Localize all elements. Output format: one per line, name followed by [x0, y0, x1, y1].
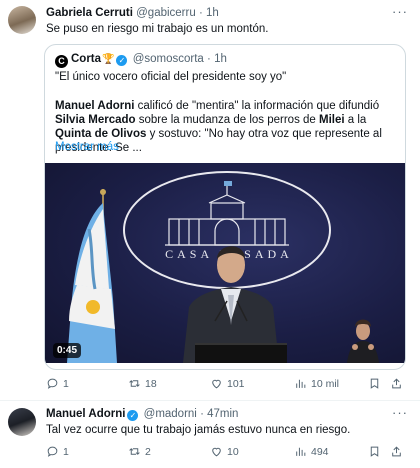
mention-olivos: Quinta de Olivos — [55, 128, 147, 140]
share-icon — [392, 446, 401, 457]
share-icon — [392, 378, 401, 389]
reply-icon — [47, 378, 58, 389]
argentina-flag — [67, 189, 117, 363]
tweet-header: Gabriela Cerruti @gabicerru · 1h — [46, 6, 219, 20]
separator: · — [200, 408, 204, 420]
like-icon — [212, 379, 221, 389]
tweet-gabriela[interactable]: Gabriela Cerruti @gabicerru · 1h ··· Se … — [0, 0, 420, 400]
like-button[interactable]: 10 — [210, 445, 239, 458]
author-handle[interactable]: @madorni — [144, 408, 197, 420]
timestamp[interactable]: 47min — [207, 408, 238, 420]
quote-handle[interactable]: @somoscorta — [133, 53, 204, 65]
retweet-button[interactable]: 2 — [128, 445, 151, 458]
quote-body-part: calificó de "mentira" la información que… — [134, 100, 380, 112]
quote-body-part: sobre la mudanza de los perros de — [135, 114, 320, 126]
share-button[interactable] — [390, 445, 403, 458]
like-icon — [212, 447, 221, 457]
views-icon — [296, 379, 306, 388]
like-count: 101 — [227, 377, 245, 390]
views-count: 494 — [311, 445, 329, 458]
bookmark-button[interactable] — [368, 445, 381, 458]
views-button[interactable]: 494 — [294, 445, 329, 458]
share-button[interactable] — [390, 377, 403, 390]
views-button[interactable]: 10 mil — [294, 377, 339, 390]
quote-author-name[interactable]: Corta — [71, 53, 101, 65]
retweet-count: 18 — [145, 377, 157, 390]
separator: · — [198, 7, 203, 19]
action-bar: 1 2 10 494 — [46, 445, 408, 461]
verified-icon: ✓ — [116, 55, 128, 66]
like-count: 10 — [227, 445, 239, 458]
trophy-icon: 🏆 — [102, 54, 115, 65]
tweet-text: Tal vez ocurre que tu trabajo jamás estu… — [46, 424, 351, 436]
video-duration: 0:45 — [53, 343, 82, 358]
quote-body-part: a la — [344, 114, 367, 126]
avatar-adorni[interactable] — [8, 408, 36, 436]
corta-logo-icon: C — [55, 55, 68, 68]
more-options-icon[interactable]: ··· — [392, 4, 408, 19]
reply-count: 1 — [63, 377, 69, 390]
mention-mercado: Silvia Mercado — [55, 114, 136, 126]
reply-button[interactable]: 1 — [46, 445, 69, 458]
more-options-icon[interactable]: ··· — [392, 405, 408, 420]
bookmark-icon — [370, 446, 379, 457]
verified-icon: ✓ — [127, 410, 139, 421]
timestamp[interactable]: 1h — [206, 7, 219, 19]
bookmark-icon — [370, 378, 379, 389]
retweet-icon — [129, 380, 140, 387]
reply-icon — [47, 446, 58, 457]
sign-interpreter — [347, 319, 379, 363]
views-count: 10 mil — [311, 377, 340, 390]
retweet-icon — [129, 448, 140, 455]
views-icon — [296, 447, 306, 456]
quote-header: C Corta🏆 ✓ @somoscorta · 1h — [55, 52, 227, 68]
quote-headline: "El único vocero oficial del presidente … — [55, 71, 287, 83]
like-button[interactable]: 101 — [210, 377, 245, 390]
mention-adorni: Manuel Adorni — [55, 100, 135, 112]
bookmark-button[interactable] — [368, 377, 381, 390]
author-name[interactable]: Manuel Adorni — [46, 408, 125, 420]
tweet-header: Manuel Adorni ✓ @madorni · 47min — [46, 407, 238, 421]
quote-timestamp[interactable]: 1h — [214, 53, 227, 65]
author-handle[interactable]: @gabicerru — [136, 7, 196, 19]
author-name[interactable]: Gabriela Cerruti — [46, 7, 133, 19]
retweet-count: 2 — [145, 445, 151, 458]
reply-count: 1 — [63, 445, 69, 458]
reply-button[interactable]: 1 — [46, 377, 69, 390]
show-more-link[interactable]: Mostrar más — [55, 141, 119, 153]
podium — [195, 343, 287, 363]
avatar-gabriela[interactable] — [8, 6, 36, 34]
video-player[interactable]: CASA ROSADA 0:45 — [45, 163, 405, 363]
retweet-button[interactable]: 18 — [128, 377, 157, 390]
separator: · — [207, 53, 211, 65]
mention-milei: Milei — [319, 114, 345, 126]
action-bar: 1 18 101 10 mil — [46, 377, 408, 393]
tweet-text: Se puso en riesgo mi trabajo es un montó… — [46, 23, 269, 35]
quoted-tweet-card[interactable]: C Corta🏆 ✓ @somoscorta · 1h "El único voce… — [44, 44, 406, 370]
